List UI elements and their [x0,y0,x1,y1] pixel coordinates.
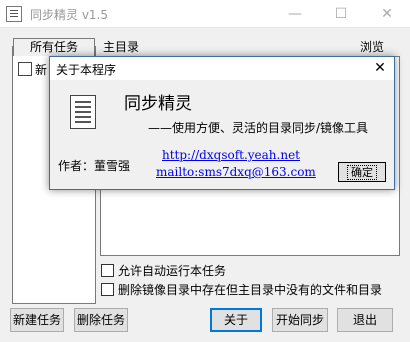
about-dialog: 关于本程序 ✕ 同步精灵 ——使用方便、灵活的目录同步/镜像工具 作者：董雪强 … [49,56,395,190]
delete-mirror-label: 删除镜像目录中存在但主目录中没有的文件和目录 [118,283,383,297]
app-icon [6,6,22,22]
window-title: 同步精灵 v1.5 [30,8,109,22]
main-dir-label: 主目录 [103,40,140,54]
dialog-slogan: ——使用方便、灵活的目录同步/镜像工具 [148,121,369,135]
dialog-app-name: 同步精灵 [124,94,192,114]
browse-button[interactable]: 浏览 [348,38,396,58]
autorun-label: 允许自动运行本任务 [118,264,227,278]
close-button[interactable]: ✕ [364,0,410,28]
dialog-title: 关于本程序 [56,63,117,77]
ok-button[interactable]: 确定 [338,162,386,182]
tab-all-tasks[interactable]: 所有任务 [13,38,95,56]
new-task-button[interactable]: 新建任务 [10,308,64,332]
app-document-icon [70,95,96,129]
delete-mirror-checkbox[interactable] [101,283,114,296]
task-list-item[interactable]: 新 [35,61,47,78]
ok-button-label: 确定 [347,165,377,180]
exit-button[interactable]: 退出 [337,308,393,332]
website-link[interactable]: http://dxqsoft.yeah.net [162,148,300,162]
maximize-button[interactable]: ☐ [318,0,364,28]
autorun-checkbox[interactable] [101,264,114,277]
start-sync-button[interactable]: 开始同步 [272,308,328,332]
about-button[interactable]: 关于 [210,308,262,332]
dialog-author: 作者：董雪强 [58,159,131,173]
task-item-icon [18,62,32,76]
email-link[interactable]: mailto:sms7dxq@163.com [156,165,316,179]
dialog-close-button[interactable]: ✕ [366,57,394,80]
minimize-button[interactable]: — [272,0,318,28]
delete-task-button[interactable]: 删除任务 [74,308,128,332]
